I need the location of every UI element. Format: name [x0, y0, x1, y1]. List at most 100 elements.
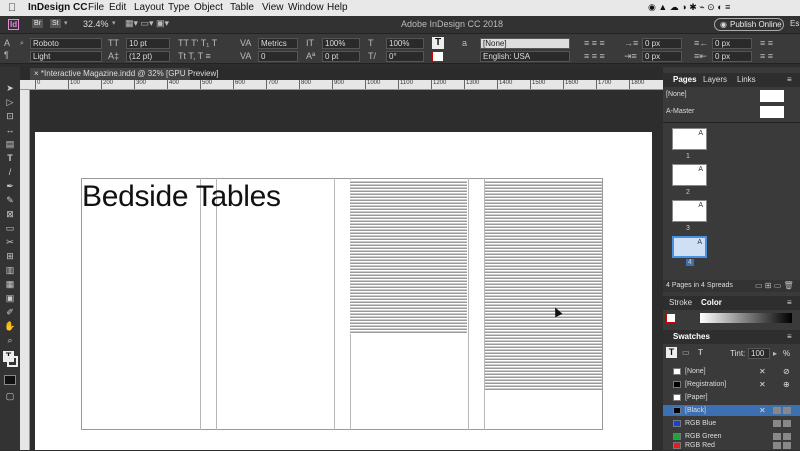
first-line-indent-field[interactable]: 0 px — [642, 51, 682, 62]
paragraph-mode-icon[interactable]: ¶ — [4, 50, 9, 60]
menu-object[interactable]: Object — [194, 2, 223, 13]
rectangle-tool-icon[interactable]: ▭ — [4, 223, 16, 233]
bridge-button[interactable]: Br — [32, 19, 43, 28]
hand-tool-icon[interactable]: ✋ — [4, 321, 16, 331]
gradient-feather-tool-icon[interactable]: ▦ — [4, 279, 16, 289]
swatch-row[interactable]: RGB Blue — [663, 418, 800, 429]
tab-color[interactable]: Color — [701, 296, 722, 310]
view-options-icon[interactable]: ▦▾ ▭▾ ▣▾ — [125, 18, 169, 29]
swatch-row[interactable]: [Registration] ✕ ⊕ — [663, 379, 800, 390]
type-tool-icon[interactable]: T — [4, 153, 16, 163]
rectangle-frame-tool-icon[interactable]: ⊠ — [4, 209, 16, 219]
stock-button[interactable]: St — [50, 19, 61, 28]
apple-icon[interactable]:  — [8, 2, 16, 14]
menu-layout[interactable]: Layout — [134, 2, 164, 13]
last-line-indent-field[interactable]: 0 px — [712, 51, 752, 62]
tab-links[interactable]: Links — [737, 73, 756, 87]
swatch-row[interactable]: [None] ✕ ⊘ — [663, 366, 800, 377]
apply-color-icon[interactable] — [4, 375, 16, 385]
align-justify-icon[interactable]: ≡ ≡ ≡ — [584, 51, 605, 61]
note-tool-icon[interactable]: ▣ — [4, 293, 16, 303]
stroke-swatch-icon[interactable] — [7, 356, 18, 367]
zoom-dropdown-icon[interactable]: ▾ — [112, 19, 116, 27]
language-field[interactable]: English: USA — [480, 51, 570, 62]
formatting-affects-container-icon[interactable]: ▭ — [682, 348, 690, 357]
space-after-icon[interactable]: ≡ ≡ — [760, 51, 773, 61]
swatch-row[interactable]: [Paper] — [663, 392, 800, 403]
page-tool-icon[interactable]: ⊡ — [4, 111, 16, 121]
pen-tool-icon[interactable]: ✒ — [4, 181, 16, 191]
system-tray-icons[interactable]: ◉ ▲ ☁ ◑ ✱ ⌁ ⊙ ◐ ≡ — [648, 2, 730, 13]
menu-edit[interactable]: Edit — [109, 2, 126, 13]
horizontal-ruler[interactable]: 0 100 200 300 400 500 600 700 800 900 1000 1100 1200… — [20, 80, 663, 90]
tint-field[interactable]: 100 — [748, 348, 770, 359]
font-family-field[interactable]: Roboto — [30, 38, 102, 49]
free-transform-tool-icon[interactable]: ⊞ — [4, 251, 16, 261]
tracking-field[interactable]: 0 — [258, 51, 298, 62]
menu-view[interactable]: View — [262, 2, 284, 13]
body-text-frame[interactable] — [350, 180, 467, 334]
selection-tool-icon[interactable]: ➤ — [4, 83, 16, 93]
vertical-ruler[interactable] — [20, 90, 30, 450]
all-caps-icon[interactable]: TT T' T₁ T — [178, 38, 217, 48]
publish-online-button[interactable]: ◉ Publish Online — [714, 18, 784, 31]
eyedropper-tool-icon[interactable]: ✐ — [4, 307, 16, 317]
horizontal-scale-field[interactable]: 100% — [386, 38, 424, 49]
font-style-field[interactable]: Light — [30, 51, 102, 62]
page-thumb-1[interactable]: A — [672, 128, 707, 150]
baseline-shift-field[interactable]: 0 pt — [322, 51, 360, 62]
none-master-label[interactable]: [None] — [666, 91, 687, 98]
page-thumb-4[interactable]: A — [672, 236, 707, 258]
workspace-switcher[interactable]: Es — [790, 19, 799, 28]
right-indent-field[interactable]: 0 px — [712, 38, 752, 49]
gap-tool-icon[interactable]: ↔ — [4, 125, 16, 135]
kerning-field[interactable]: Metrics — [258, 38, 298, 49]
close-icon[interactable]: × — [34, 69, 41, 78]
panel-menu-icon[interactable]: ≡ — [787, 296, 792, 310]
body-text-frame[interactable] — [485, 180, 602, 390]
a-master-label[interactable]: A-Master — [666, 108, 694, 115]
space-before-icon[interactable]: ≡ ≡ — [760, 38, 773, 48]
color-ramp[interactable] — [700, 313, 792, 323]
font-size-field[interactable]: 10 pt — [126, 38, 170, 49]
stroke-color-icon[interactable] — [432, 51, 444, 62]
chevron-down-icon[interactable]: ▾ — [64, 19, 68, 27]
line-tool-icon[interactable]: / — [4, 167, 16, 177]
menu-window[interactable]: Window — [288, 2, 324, 13]
page-thumb-3[interactable]: A — [672, 200, 707, 222]
tab-pages[interactable]: Pages — [673, 73, 697, 87]
normal-view-icon[interactable]: ▢ — [4, 391, 16, 401]
panel-menu-icon[interactable]: ≡ — [787, 330, 792, 344]
document-tab[interactable]: × *Interactive Magazine.indd @ 32% [GPU … — [30, 68, 218, 80]
swatch-fill-icon[interactable]: T — [666, 347, 677, 358]
tab-stroke[interactable]: Stroke — [669, 296, 692, 310]
menu-table[interactable]: Table — [230, 2, 254, 13]
app-menu[interactable]: InDesign CC — [28, 2, 87, 13]
align-left-icon[interactable]: ≡ ≡ ≡ — [584, 38, 605, 48]
gradient-swatch-tool-icon[interactable]: ▥ — [4, 265, 16, 275]
zoom-level[interactable]: 32.4% — [83, 19, 109, 29]
character-mode-icon[interactable]: A — [4, 38, 10, 48]
character-style-field[interactable]: [None] — [480, 38, 570, 49]
menu-file[interactable]: File — [88, 2, 104, 13]
vertical-scale-field[interactable]: 100% — [322, 38, 360, 49]
panel-menu-icon[interactable]: ≡ — [787, 73, 792, 87]
menu-help[interactable]: Help — [327, 2, 348, 13]
formatting-affects-text-icon[interactable]: T — [698, 348, 703, 357]
small-caps-icon[interactable]: Tt T, T ≡ — [178, 51, 211, 61]
tint-dropdown-icon[interactable]: ▸ — [773, 349, 777, 358]
swatch-row-selected[interactable]: [Black] ✕ — [663, 405, 800, 416]
page-thumb-2[interactable]: A — [672, 164, 707, 186]
zoom-tool-icon[interactable]: ⌕ — [4, 335, 16, 345]
direct-selection-tool-icon[interactable]: ▷ — [4, 97, 16, 107]
scissors-tool-icon[interactable]: ✂ — [4, 237, 16, 247]
pencil-tool-icon[interactable]: ✎ — [4, 195, 16, 205]
skew-field[interactable]: 0° — [386, 51, 424, 62]
none-master-thumb[interactable] — [760, 90, 784, 102]
menu-type[interactable]: Type — [168, 2, 190, 13]
left-indent-field[interactable]: 0 px — [642, 38, 682, 49]
headline-text[interactable]: Bedside Tables — [82, 180, 281, 214]
new-page-icon[interactable]: ▭ ⊞ ▭ 🗑 — [755, 281, 794, 290]
content-collector-icon[interactable]: ▤ — [4, 139, 16, 149]
swatch-row[interactable]: RGB Red — [663, 440, 800, 451]
